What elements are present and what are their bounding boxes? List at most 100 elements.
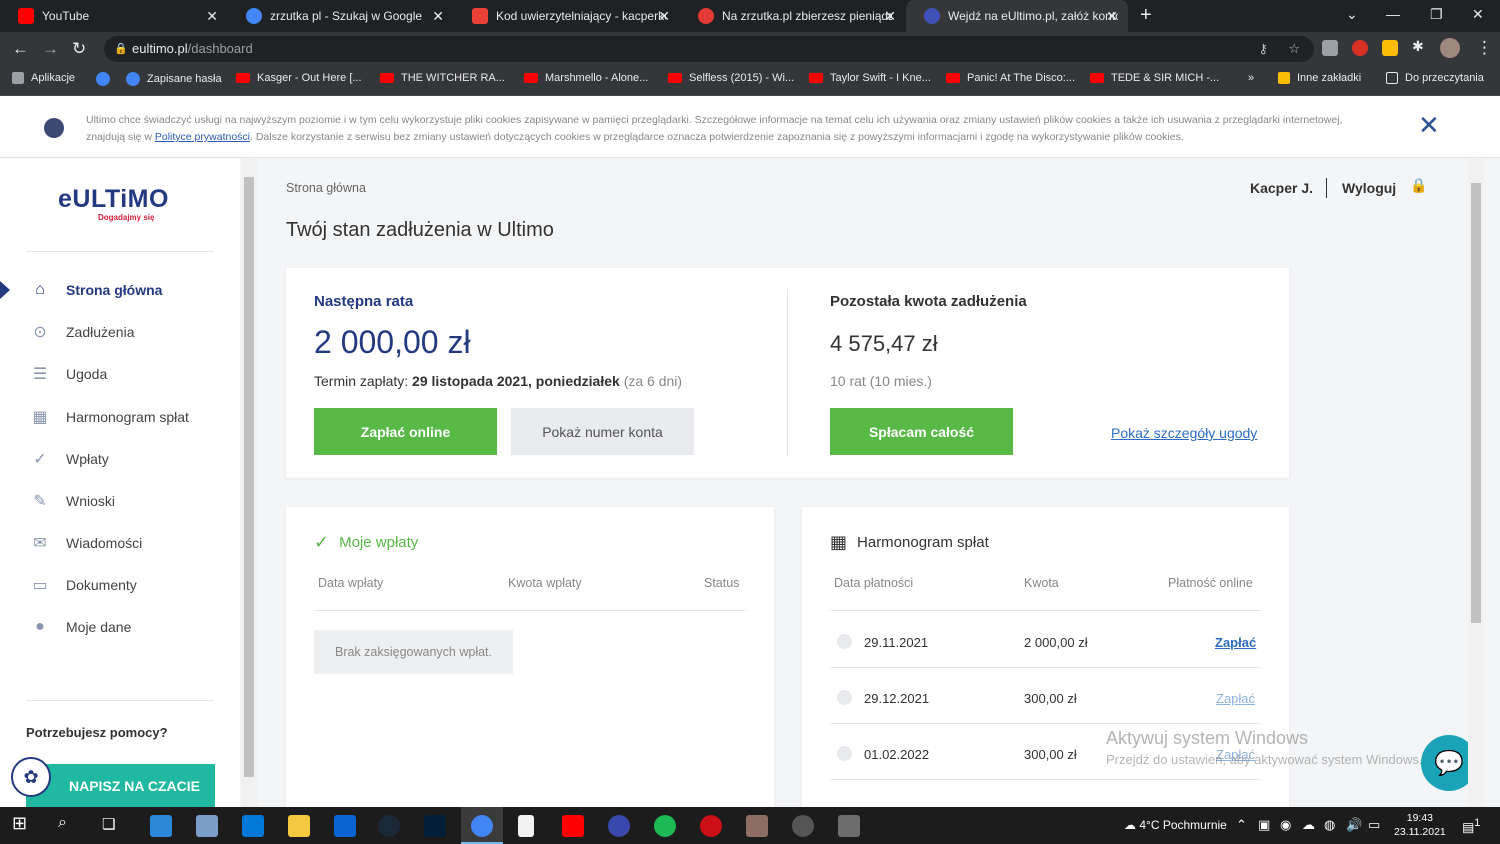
steam-icon[interactable]	[378, 815, 400, 837]
other-bookmarks[interactable]: Inne zakładki	[1278, 72, 1361, 84]
bookmark-item[interactable]: Panic! At The Disco:...	[946, 72, 1075, 84]
sidebar-item-documents[interactable]: ▭ Dokumenty	[30, 573, 136, 597]
bookmark-star-icon[interactable]: ☆	[1288, 36, 1300, 62]
eultimo-logo[interactable]: eULTiMO	[58, 185, 169, 214]
spotify-icon[interactable]	[654, 815, 676, 837]
agreement-details-link[interactable]: Pokaż szczegóły ugody	[1111, 425, 1257, 441]
sidebar-item-debts[interactable]: ⊙ Zadłużenia	[30, 320, 134, 344]
chrome-icon[interactable]	[471, 815, 493, 837]
file-icon[interactable]	[150, 815, 172, 837]
browser-tab-youtube[interactable]: YouTube ✕	[0, 0, 228, 32]
password-key-icon[interactable]: ⚷	[1258, 36, 1268, 62]
sidebar-item-my-data[interactable]: ● Moje dane	[30, 615, 131, 639]
shield-app-icon[interactable]	[838, 815, 860, 837]
sidebar-scrollbar[interactable]	[241, 159, 257, 807]
bookmark-item[interactable]: Selfless (2015) - Wi...	[668, 72, 794, 84]
steam-tray-icon[interactable]: ◍	[1324, 817, 1335, 833]
clock[interactable]: 19:43 23.11.2021	[1394, 811, 1446, 839]
sidebar-item-agreement[interactable]: ☰ Ugoda	[30, 362, 107, 386]
page-scrollbar-thumb[interactable]	[1471, 183, 1481, 623]
tray-chevron-icon[interactable]: ⌃	[1236, 817, 1247, 833]
page-scrollbar[interactable]	[1468, 159, 1484, 807]
sidebar-item-messages[interactable]: ✉ Wiadomości	[30, 531, 142, 555]
puzzle-extensions-icon[interactable]: ✱	[1412, 38, 1428, 54]
minimize-icon[interactable]: —	[1386, 6, 1400, 22]
row-radio[interactable]	[837, 746, 852, 761]
pay-link[interactable]: Zapłać	[1216, 691, 1255, 706]
tab-search-chevron-icon[interactable]: ⌄	[1346, 6, 1358, 23]
bookmarks-overflow-icon[interactable]: »	[1248, 72, 1254, 84]
notifications-icon[interactable]: ▤1	[1462, 817, 1480, 835]
photoshop-icon[interactable]	[424, 815, 446, 837]
youtube-icon[interactable]	[562, 815, 584, 837]
sidebar-item-requests[interactable]: ✎ Wnioski	[30, 489, 115, 513]
breadcrumb[interactable]: Strona główna	[286, 181, 366, 195]
chat-button[interactable]: NAPISZ NA CZACIE	[26, 764, 215, 808]
extension-badge-icon[interactable]	[1352, 40, 1368, 56]
logout-link[interactable]: Wyloguj	[1342, 180, 1396, 196]
browser-tab-zrzutka[interactable]: Na zrzutka.pl zbierzesz pieniądze ✕	[680, 0, 906, 32]
profile-avatar-icon[interactable]	[1440, 38, 1460, 58]
show-account-number-button[interactable]: Pokaż numer konta	[511, 408, 694, 455]
cookie-settings-icon[interactable]: ✿	[11, 757, 51, 797]
pay-link[interactable]: Zapłać	[1215, 635, 1256, 650]
pay-all-button[interactable]: Spłacam całość	[830, 408, 1013, 455]
close-tab-icon[interactable]: ✕	[206, 8, 218, 25]
network-icon[interactable]: ▭	[1368, 817, 1380, 833]
bookmark-item[interactable]: Zapisane hasła	[126, 72, 222, 86]
bookmark-item[interactable]: TEDE & SIR MICH -...	[1090, 72, 1219, 84]
bookmark-item[interactable]: Taylor Swift - I Kne...	[809, 72, 931, 84]
mail-icon[interactable]	[334, 815, 356, 837]
new-tab-plus-icon[interactable]: +	[1140, 4, 1152, 27]
weather-widget[interactable]: ☁ 4°C Pochmurnie	[1124, 818, 1227, 832]
store-icon[interactable]	[242, 815, 264, 837]
reload-icon[interactable]: ↻	[72, 39, 86, 59]
privacy-policy-link[interactable]: Polityce prywatności	[155, 131, 250, 143]
back-arrow-icon[interactable]: ←	[12, 39, 29, 59]
google-bookmark-icon[interactable]	[96, 72, 110, 86]
bookmark-item[interactable]: THE WITCHER RA...	[380, 72, 505, 84]
bookmark-item[interactable]: Kasger - Out Here [...	[236, 72, 362, 84]
onedrive-cloud-icon[interactable]: ☁	[1302, 817, 1315, 833]
maximize-icon[interactable]: ❐	[1430, 6, 1443, 23]
browser-tab-eultimo[interactable]: Wejdź na eUltimo.pl, załóż konto ✕	[906, 0, 1128, 32]
browser-tab-gmail[interactable]: Kod uwierzytelniający - kacperko ✕	[454, 0, 680, 32]
tray-app-icon[interactable]: ◉	[1280, 817, 1291, 833]
tray-app-icon[interactable]: ▣	[1258, 817, 1270, 833]
forward-arrow-icon[interactable]: →	[42, 39, 59, 59]
file-explorer-icon[interactable]	[288, 815, 310, 837]
notepad-icon[interactable]	[518, 815, 534, 837]
browser-tab-google[interactable]: zrzutka pl - Szukaj w Google ✕	[228, 0, 454, 32]
sidebar-item-payments[interactable]: ✓ Wpłaty	[30, 447, 109, 471]
reading-list[interactable]: Do przeczytania	[1386, 72, 1484, 84]
close-window-icon[interactable]: ✕	[1472, 6, 1484, 23]
close-cookie-banner-icon[interactable]: ✕	[1418, 110, 1440, 141]
extension-yellow-icon[interactable]	[1382, 40, 1398, 56]
close-tab-icon[interactable]: ✕	[432, 8, 444, 25]
close-tab-icon[interactable]: ✕	[884, 8, 896, 25]
sidebar-item-home[interactable]: ⌂ Strona główna	[30, 278, 162, 302]
opera-icon[interactable]	[700, 815, 722, 837]
app-circle-icon[interactable]	[608, 815, 630, 837]
sidebar-item-schedule[interactable]: ▦ Harmonogram spłat	[30, 405, 189, 429]
calculator-icon[interactable]	[196, 815, 218, 837]
extension-grid-icon[interactable]	[1322, 40, 1338, 56]
game-icon[interactable]	[746, 815, 768, 837]
pay-online-button[interactable]: Zapłać online	[314, 408, 497, 455]
browser-menu-icon[interactable]: ⋮	[1476, 38, 1493, 58]
sidebar-scrollbar-thumb[interactable]	[244, 177, 254, 777]
close-tab-icon[interactable]: ✕	[1106, 8, 1118, 25]
search-icon[interactable]: ⌕	[58, 814, 80, 836]
volume-icon[interactable]: 🔊	[1346, 817, 1362, 833]
windows-start-icon[interactable]: ⊞	[12, 813, 34, 835]
url-input[interactable]: 🔒 eultimo.pl/dashboard ⚷ ☆	[104, 36, 1314, 62]
row-radio[interactable]	[837, 634, 852, 649]
padlock-icon[interactable]: 🔒	[1410, 177, 1427, 194]
bookmark-apps[interactable]: Aplikacje	[12, 72, 75, 84]
row-radio[interactable]	[837, 690, 852, 705]
bookmark-item[interactable]: Marshmello - Alone...	[524, 72, 648, 84]
close-tab-icon[interactable]: ✕	[658, 8, 670, 25]
task-view-icon[interactable]: ❏	[102, 815, 124, 837]
remaining-debt-label: Pozostała kwota zadłużenia	[830, 293, 1027, 310]
spider-app-icon[interactable]	[792, 815, 814, 837]
